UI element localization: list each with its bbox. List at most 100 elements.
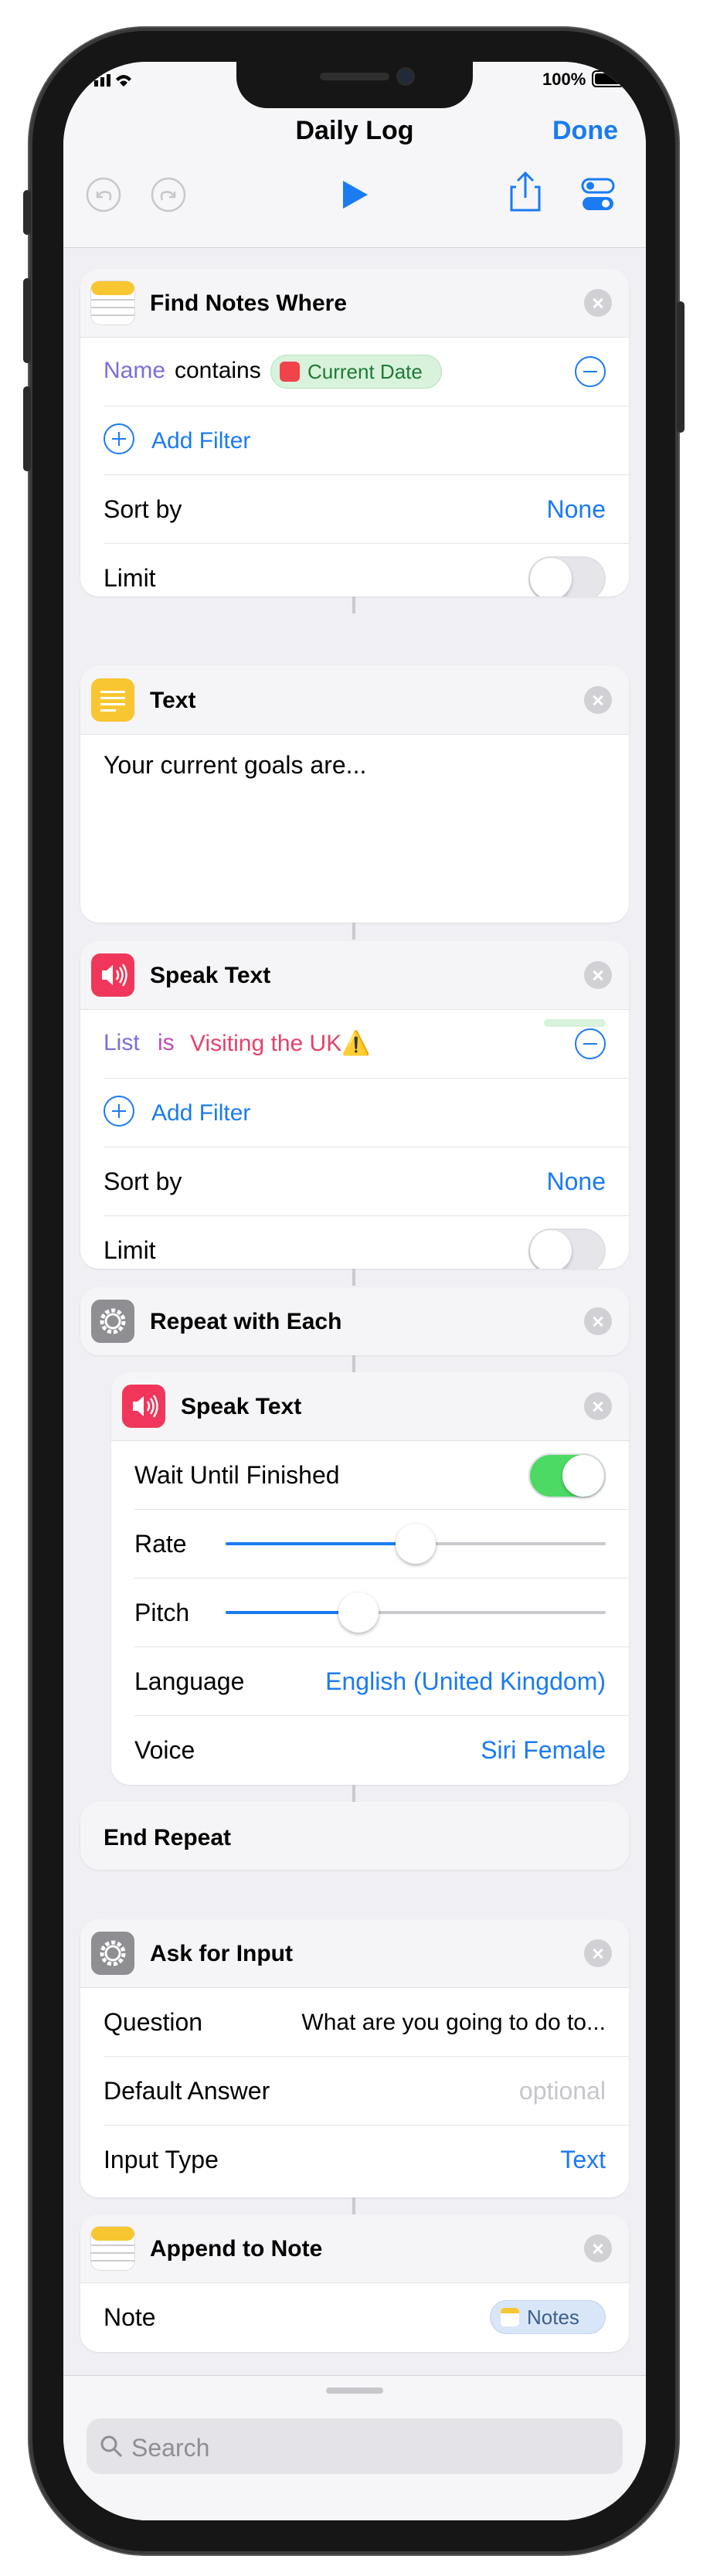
sort-by-value[interactable]: None xyxy=(547,1167,606,1196)
text-action[interactable]: Text Your current goals are... xyxy=(80,666,629,923)
action-title: Append to Note xyxy=(150,2236,323,2262)
notes-token-icon xyxy=(501,2308,519,2326)
voice-value[interactable]: Siri Female xyxy=(481,1736,606,1765)
rate-slider[interactable] xyxy=(226,1524,606,1564)
notes-app-icon xyxy=(91,281,134,325)
remove-action-button[interactable] xyxy=(584,289,612,317)
wait-until-finished-row: Wait Until Finished xyxy=(134,1441,629,1510)
text-body[interactable]: Your current goals are... xyxy=(104,751,366,780)
share-icon[interactable] xyxy=(507,170,544,212)
speaker-icon xyxy=(122,1385,165,1428)
action-connector xyxy=(352,1355,355,1372)
filter-operator[interactable]: contains xyxy=(175,358,261,384)
remove-action-button[interactable] xyxy=(584,686,612,714)
repeat-action[interactable]: Repeat with Each xyxy=(80,1287,629,1355)
notes-token[interactable]: Notes xyxy=(490,2300,606,2334)
filter-value[interactable]: Visiting the UK⚠️ xyxy=(190,1030,371,1057)
undo-icon[interactable] xyxy=(85,176,122,213)
pitch-slider-knob[interactable] xyxy=(338,1592,379,1633)
rate-label: Rate xyxy=(134,1530,187,1558)
pitch-slider[interactable] xyxy=(226,1592,606,1633)
add-filter-row[interactable]: Add Filter xyxy=(104,1079,629,1147)
settings-toggle-icon[interactable] xyxy=(579,176,617,213)
end-repeat-label: End Repeat xyxy=(104,1825,232,1850)
rate-slider-knob[interactable] xyxy=(396,1524,436,1564)
filter-field[interactable]: Name xyxy=(104,358,165,384)
question-value[interactable]: What are you going to do to... xyxy=(301,2010,606,2036)
remove-filter-button[interactable] xyxy=(575,356,606,387)
add-filter-row[interactable]: Add Filter xyxy=(104,406,629,475)
sort-by-label: Sort by xyxy=(104,495,182,523)
current-date-token[interactable]: Current Date xyxy=(270,355,442,389)
remove-action-button[interactable] xyxy=(584,1307,612,1335)
navigation-bar: 100% Daily Log Done xyxy=(63,62,646,248)
action-title: Repeat with Each xyxy=(150,1309,342,1334)
rate-slider-fill xyxy=(226,1542,416,1545)
play-icon[interactable] xyxy=(335,176,372,213)
language-row[interactable]: Language English (United Kingdom) xyxy=(134,1647,629,1716)
filter-row[interactable]: List is Visiting the UK⚠️ xyxy=(104,1010,629,1079)
sheet-grabber[interactable] xyxy=(326,2387,383,2394)
partial-token xyxy=(544,1019,606,1027)
default-answer-label: Default Answer xyxy=(104,2077,270,2105)
search-input[interactable]: Search xyxy=(131,2434,209,2462)
ask-for-input-action[interactable]: Ask for Input Question What are you goin… xyxy=(80,1919,629,2197)
filter-row[interactable]: Name contains Current Date xyxy=(104,338,629,406)
calendar-icon xyxy=(280,362,300,382)
filter-operator[interactable]: is xyxy=(158,1030,175,1056)
default-answer-row[interactable]: Default Answer optional xyxy=(104,2057,629,2126)
language-value[interactable]: English (United Kingdom) xyxy=(325,1667,606,1696)
find-notes-action[interactable]: Find Notes Where Name contains Current D… xyxy=(80,269,629,596)
gear-icon xyxy=(91,1932,134,1975)
search-bar[interactable]: Search xyxy=(87,2418,623,2474)
pitch-row: Pitch xyxy=(134,1579,629,1647)
voice-label: Voice xyxy=(134,1736,195,1764)
input-type-row[interactable]: Input Type Text xyxy=(104,2126,629,2194)
action-header: Text xyxy=(80,666,629,735)
remove-filter-button[interactable] xyxy=(575,1028,606,1059)
remove-action-button[interactable] xyxy=(584,2234,612,2262)
remove-action-button[interactable] xyxy=(584,961,612,989)
sort-by-value[interactable]: None xyxy=(547,495,606,524)
remove-action-button[interactable] xyxy=(584,1392,612,1420)
voice-row[interactable]: Voice Siri Female xyxy=(134,1716,629,1784)
limit-toggle[interactable] xyxy=(528,1229,606,1269)
screen: 100% Daily Log Done Find Notes Where Nam… xyxy=(63,62,646,2520)
action-title: Find Notes Where xyxy=(150,291,348,316)
battery-icon xyxy=(592,70,629,92)
plus-icon xyxy=(104,423,134,454)
input-type-label: Input Type xyxy=(104,2146,219,2173)
note-label: Note xyxy=(104,2303,156,2331)
default-answer-field[interactable]: optional xyxy=(519,2077,606,2105)
sort-by-row[interactable]: Sort by None xyxy=(104,475,629,544)
question-label: Question xyxy=(104,2008,203,2036)
wait-toggle[interactable] xyxy=(528,1453,606,1498)
note-value: Notes xyxy=(527,2306,579,2329)
limit-toggle[interactable] xyxy=(528,556,606,596)
sort-by-row[interactable]: Sort by None xyxy=(104,1147,629,1216)
speak-text-filter-action[interactable]: Speak Text List is Visiting the UK⚠️ Add… xyxy=(80,941,629,1269)
append-to-note-action[interactable]: Append to Note Note Notes xyxy=(80,2214,629,2352)
action-header: Speak Text xyxy=(111,1372,629,1441)
action-connector xyxy=(352,923,355,940)
speaker-grille xyxy=(320,73,389,80)
action-title: Speak Text xyxy=(181,1394,302,1419)
done-button[interactable]: Done xyxy=(552,116,618,146)
action-title: Text xyxy=(150,688,196,713)
speak-text-action[interactable]: Speak Text Wait Until Finished Rate Pitc… xyxy=(111,1372,629,1785)
filter-field[interactable]: List xyxy=(104,1030,140,1056)
action-header: Speak Text xyxy=(80,941,629,1010)
action-connector xyxy=(352,2197,355,2214)
language-label: Language xyxy=(134,1667,245,1695)
search-icon xyxy=(99,2434,124,2462)
remove-action-button[interactable] xyxy=(584,1939,612,1967)
notch xyxy=(236,62,473,108)
add-filter-label: Add Filter xyxy=(151,428,251,454)
note-row[interactable]: Note Notes xyxy=(104,2283,629,2351)
input-type-value[interactable]: Text xyxy=(560,2146,606,2174)
side-button xyxy=(677,301,685,433)
question-row[interactable]: Question What are you going to do to... xyxy=(104,1988,629,2057)
front-camera xyxy=(399,70,413,83)
end-repeat-block[interactable]: End Repeat xyxy=(80,1802,629,1870)
redo-icon[interactable] xyxy=(150,176,187,213)
